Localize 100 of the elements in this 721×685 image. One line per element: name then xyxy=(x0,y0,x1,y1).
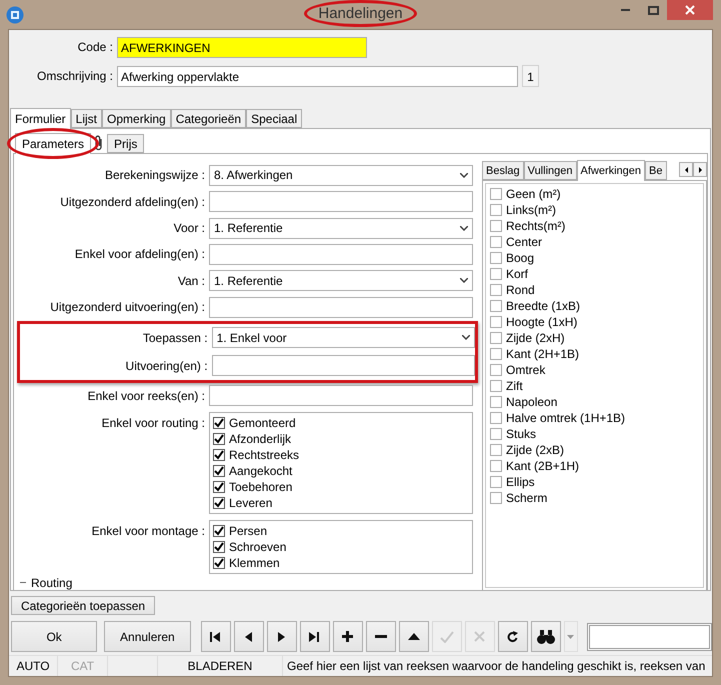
checkbox-label: Toebehoren xyxy=(229,480,292,494)
checkbox[interactable] xyxy=(213,496,225,509)
checkbox-label: Center xyxy=(506,235,542,249)
checkbox-label: Napoleon xyxy=(506,395,558,409)
checkbox[interactable] xyxy=(490,460,502,472)
checkbox[interactable] xyxy=(490,380,502,392)
checkbox[interactable] xyxy=(490,300,502,312)
search-field[interactable] xyxy=(586,622,712,650)
tab[interactable]: Speciaal xyxy=(246,109,302,128)
checkbox[interactable] xyxy=(490,188,502,200)
checkbox[interactable] xyxy=(490,412,502,424)
field-label: Enkel voor afdeling(en) : xyxy=(74,247,205,262)
toolbar-button[interactable] xyxy=(300,621,330,652)
ok-button[interactable]: Ok xyxy=(11,621,98,652)
toolbar-button[interactable] xyxy=(332,621,362,652)
minus-icon xyxy=(374,635,386,638)
checkbox[interactable] xyxy=(490,444,502,456)
checkbox[interactable] xyxy=(490,220,502,232)
checkbox[interactable] xyxy=(490,348,502,360)
scroll-left-button[interactable] xyxy=(679,162,693,177)
field-label: Van : xyxy=(176,274,205,288)
sub-tab[interactable]: Prijs xyxy=(107,134,144,153)
dropdown-field[interactable]: 1. Referentie xyxy=(209,270,473,292)
checkbox[interactable] xyxy=(490,204,502,216)
input-field[interactable] xyxy=(209,244,473,265)
dropdown-field[interactable]: 1. Enkel voor xyxy=(212,327,475,348)
checkbox[interactable] xyxy=(213,416,225,429)
checkbox[interactable] xyxy=(490,332,502,344)
toolbar-button[interactable] xyxy=(530,621,560,652)
checkbox[interactable] xyxy=(213,464,225,477)
close-button[interactable] xyxy=(667,0,713,20)
checkbox-label: Afzonderlijk xyxy=(229,432,292,446)
toolbar-button[interactable] xyxy=(366,621,396,652)
toolbar-button[interactable] xyxy=(200,621,230,652)
tab[interactable]: Be xyxy=(645,161,667,180)
checkbox[interactable] xyxy=(490,268,502,280)
scroll-right-button[interactable] xyxy=(693,162,707,177)
toolbar-button[interactable] xyxy=(398,621,428,652)
checkbox-label: Leveren xyxy=(229,496,272,510)
input-field[interactable] xyxy=(209,385,473,406)
field-label: Berekeningswijze : xyxy=(104,168,205,182)
cancel-button[interactable]: Annuleren xyxy=(104,621,190,652)
checkbox-label: Korf xyxy=(506,267,528,281)
field-label: Uitvoering(en) : xyxy=(124,358,208,373)
dropdown-field[interactable]: 8. Afwerkingen xyxy=(209,164,473,186)
section-header[interactable]: Routing xyxy=(31,576,72,590)
cross-icon xyxy=(474,631,485,642)
toolbar-button[interactable] xyxy=(234,621,264,652)
tab[interactable]: Opmerking xyxy=(102,109,171,128)
checkbox[interactable] xyxy=(213,540,225,553)
tab[interactable]: Lijst xyxy=(70,109,102,128)
checkbox[interactable] xyxy=(213,556,225,569)
checkbox[interactable] xyxy=(213,448,225,461)
checkbox[interactable] xyxy=(213,524,225,537)
field-label: Enkel voor reeks(en) : xyxy=(86,388,205,403)
checkbox-label: Rond xyxy=(506,283,535,297)
checkbox-label: Schroeven xyxy=(229,540,286,554)
input-field[interactable] xyxy=(209,296,473,318)
checkbox[interactable] xyxy=(213,432,225,445)
input-field[interactable] xyxy=(209,191,473,212)
checkbox[interactable] xyxy=(490,396,502,408)
checkbox[interactable] xyxy=(490,252,502,264)
code-field[interactable]: AFWERKINGEN xyxy=(117,36,367,58)
left-arrow-icon xyxy=(684,166,688,172)
counter-field: 1 xyxy=(522,65,539,87)
tab[interactable]: Afwerkingen xyxy=(576,160,646,181)
toolbar-button[interactable] xyxy=(266,621,296,652)
checkbox[interactable] xyxy=(490,284,502,296)
checkbox[interactable] xyxy=(490,492,502,504)
description-label: Omschrijving : xyxy=(36,69,113,83)
checkbox-label: Rechts(m²) xyxy=(506,219,566,233)
checkbox[interactable] xyxy=(213,480,225,493)
sub-tab[interactable]: Parameters xyxy=(15,133,92,154)
checkbox[interactable] xyxy=(490,236,502,248)
checkbox-label: Stuks xyxy=(506,427,536,441)
checkbox-label: Rechtstreeks xyxy=(229,448,300,462)
field-label: Uitgezonderd uitvoering(en) : xyxy=(49,300,205,314)
collapse-icon xyxy=(20,582,26,584)
dropdown-field[interactable]: 1. Referentie xyxy=(209,218,473,239)
apply-categories-button[interactable]: Categorieën toepassen xyxy=(11,596,155,615)
checkbox-label: Kant (2B+1H) xyxy=(506,459,580,473)
maximize-icon xyxy=(648,6,658,14)
field-label: Uitgezonderd afdeling(en) : xyxy=(59,194,205,209)
binoculars-icon xyxy=(536,630,554,644)
status-cell: AUTO xyxy=(9,656,58,676)
checkbox[interactable] xyxy=(490,428,502,440)
app-icon[interactable] xyxy=(6,6,24,24)
checkbox[interactable] xyxy=(490,364,502,376)
close-icon xyxy=(685,5,695,15)
tab[interactable]: Vullingen xyxy=(524,161,576,180)
refresh-icon xyxy=(506,630,518,642)
tab[interactable]: Categorieën xyxy=(170,109,246,128)
checkbox[interactable] xyxy=(490,316,502,328)
description-field[interactable]: Afwerking oppervlakte xyxy=(117,66,518,86)
input-field[interactable] xyxy=(212,355,475,376)
status-cell: BLADEREN xyxy=(158,656,283,676)
checkbox[interactable] xyxy=(490,476,502,488)
tab[interactable]: Formulier xyxy=(10,108,71,129)
tab[interactable]: Beslag xyxy=(482,161,524,180)
toolbar-button[interactable] xyxy=(498,621,528,652)
